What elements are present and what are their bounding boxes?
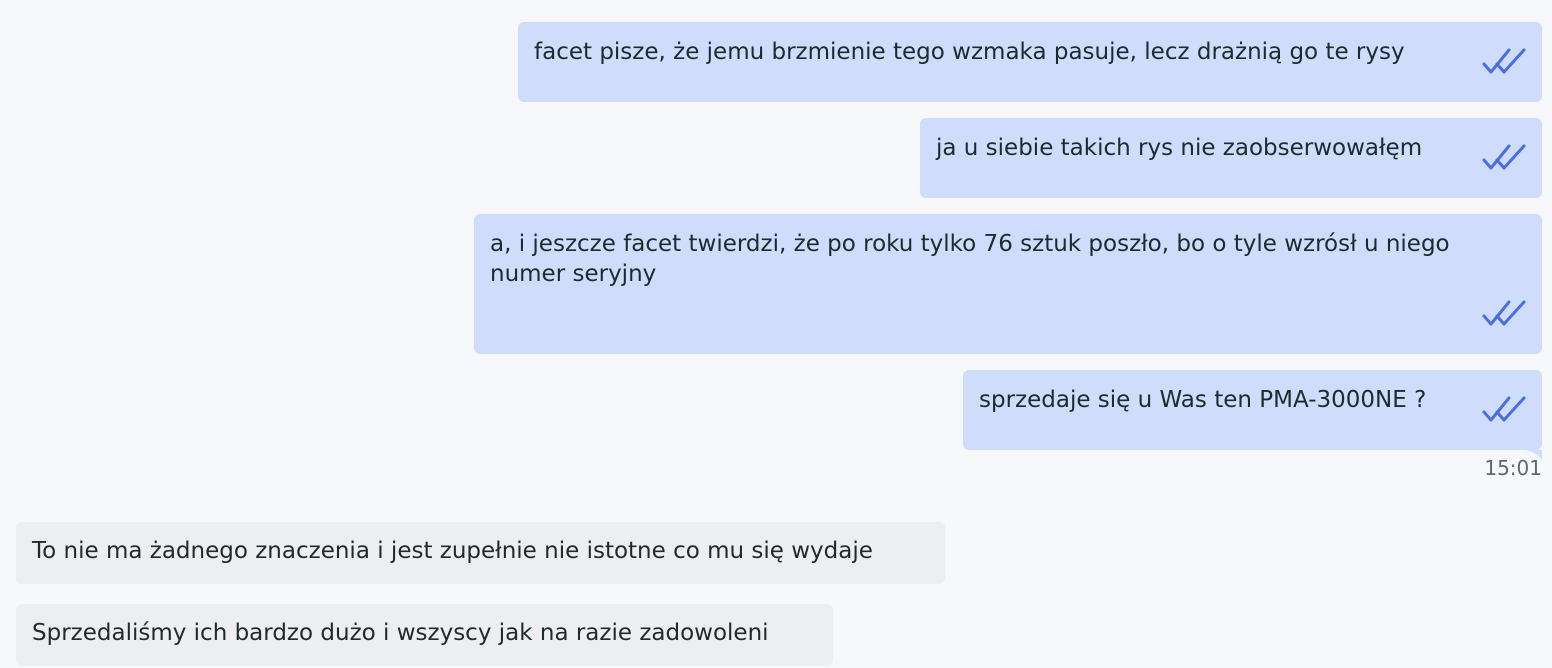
- message-text: sprzedaje się u Was ten PMA-3000NE ?: [979, 387, 1427, 413]
- sent-message[interactable]: ja u siebie takich rys nie zaobserwowałę…: [920, 118, 1542, 198]
- sent-message[interactable]: facet pisze, że jemu brzmienie tego wzma…: [518, 22, 1542, 102]
- sent-message[interactable]: sprzedaje się u Was ten PMA-3000NE ?: [963, 370, 1542, 450]
- sent-message[interactable]: a, i jeszcze facet twierdzi, że po roku …: [474, 214, 1542, 354]
- bubble-tail: [1526, 445, 1542, 460]
- message-text: To nie ma żadnego znaczenia i jest zupeł…: [32, 538, 873, 564]
- double-check-icon: [1482, 142, 1528, 172]
- received-message[interactable]: To nie ma żadnego znaczenia i jest zupeł…: [16, 522, 945, 584]
- chat-thread: facet pisze, że jemu brzmienie tego wzma…: [0, 0, 1552, 668]
- message-text: facet pisze, że jemu brzmienie tego wzma…: [534, 39, 1405, 65]
- double-check-icon: [1482, 46, 1528, 76]
- message-text: a, i jeszcze facet twierdzi, że po roku …: [490, 231, 1450, 287]
- message-timestamp: 15:01: [1484, 456, 1542, 480]
- message-text: Sprzedaliśmy ich bardzo dużo i wszyscy j…: [32, 620, 769, 646]
- double-check-icon: [1482, 298, 1528, 328]
- message-text: ja u siebie takich rys nie zaobserwowałę…: [936, 135, 1423, 161]
- received-message[interactable]: Sprzedaliśmy ich bardzo dużo i wszyscy j…: [16, 604, 833, 666]
- double-check-icon: [1482, 394, 1528, 424]
